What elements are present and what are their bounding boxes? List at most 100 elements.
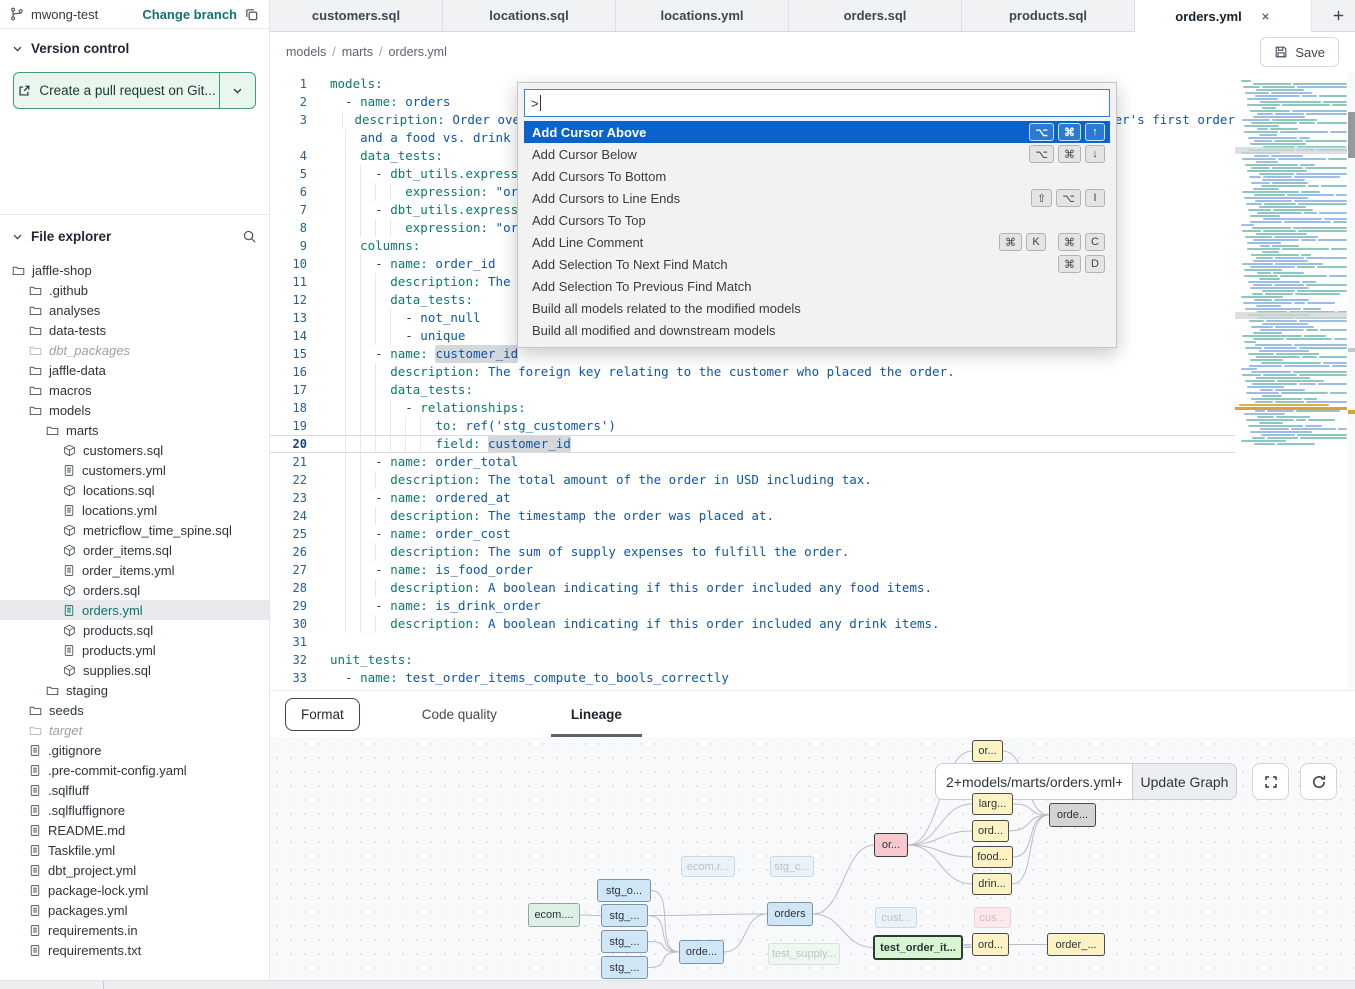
file-tree-item-.pre-commit-config.yaml[interactable]: .pre-commit-config.yaml [0,760,269,780]
bottom-tab-code-quality[interactable]: Code quality [410,691,509,737]
minimap[interactable] [1235,80,1347,456]
file-tree-item-jaffle-data[interactable]: jaffle-data [0,360,269,380]
file-tree-item-order_items.yml[interactable]: order_items.yml [0,560,269,580]
lineage-node-orders[interactable]: orders [767,902,813,926]
tab-orders.sql[interactable]: orders.sql [789,0,962,31]
palette-item-add-cursor-below[interactable]: Add Cursor Below⌥⌘↓ [524,143,1110,165]
copy-branch-icon[interactable] [244,7,259,22]
close-tab-icon[interactable] [1260,11,1271,22]
file-tree-item-requirements.in[interactable]: requirements.in [0,920,269,940]
lineage-node-ecom[interactable]: ecom.... [528,903,580,927]
file-tree-item-.gitignore[interactable]: .gitignore [0,740,269,760]
file-tree-item-.sqlfluff[interactable]: .sqlfluff [0,780,269,800]
palette-item-add-cursors-to-bottom[interactable]: Add Cursors To Bottom [524,165,1110,187]
format-button[interactable]: Format [285,698,360,731]
lineage-node-stg4[interactable]: stg_... [601,956,648,979]
code-editor[interactable]: 1models:2- name: orders3description: Ord… [270,72,1355,690]
file-tree-item-models[interactable]: models [0,400,269,420]
lineage-node-larg[interactable]: larg... [972,793,1013,815]
breadcrumb-item-marts[interactable]: marts [342,45,373,59]
scrollbar-handle[interactable] [1348,112,1355,158]
lineage-node-stg_o[interactable]: stg_o... [597,879,651,902]
palette-item-add-selection-to-previous-find-match[interactable]: Add Selection To Previous Find Match [524,275,1110,297]
chevron-down-icon[interactable] [12,43,23,54]
palette-item-build-all-models-related-to-the-modified-models[interactable]: Build all models related to the modified… [524,297,1110,319]
file-tree-item-staging[interactable]: staging [0,680,269,700]
tab-orders.yml[interactable]: orders.yml [1135,0,1312,32]
file-tree-item-macros[interactable]: macros [0,380,269,400]
file-tree-item-dbt_packages[interactable]: dbt_packages [0,340,269,360]
file-tree-item-analyses[interactable]: analyses [0,300,269,320]
file-tree-item-order_items.sql[interactable]: order_items.sql [0,540,269,560]
file-tree-item-packages.yml[interactable]: packages.yml [0,900,269,920]
file-tree-item-customers.sql[interactable]: customers.sql [0,440,269,460]
editor-scrollbar[interactable] [1348,72,1355,690]
tab-locations.yml[interactable]: locations.yml [616,0,789,31]
lineage-node-orde_gray[interactable]: orde... [1049,803,1096,827]
palette-item-add-line-comment[interactable]: Add Line Comment⌘K⌘C [524,231,1110,253]
file-tree-item-.sqlfluffignore[interactable]: .sqlfluffignore [0,800,269,820]
breadcrumb-item-models[interactable]: models [286,45,326,59]
lineage-node-fad_cust[interactable]: cust... [875,907,917,928]
file-tree-item-package-lock.yml[interactable]: package-lock.yml [0,880,269,900]
bottom-tab-lineage[interactable]: Lineage [559,691,634,737]
file-tree-item-target[interactable]: target [0,720,269,740]
lineage-node-or_y_top[interactable]: or... [972,740,1003,762]
palette-item-add-cursor-above[interactable]: Add Cursor Above⌥⌘↑ [524,121,1110,143]
lineage-node-stg2[interactable]: stg_... [601,904,648,927]
file-tree-item-marts[interactable]: marts [0,420,269,440]
file-tree-item-orders.yml[interactable]: orders.yml [0,600,269,620]
palette-item-add-cursors-to-top[interactable]: Add Cursors To Top [524,209,1110,231]
bottom-scrollbar-strip[interactable] [0,980,1355,989]
lineage-node-orde_mid[interactable]: orde... [679,940,724,964]
file-tree-item-data-tests[interactable]: data-tests [0,320,269,340]
file-tree-item-dbt_project.yml[interactable]: dbt_project.yml [0,860,269,880]
file-tree-item-locations.sql[interactable]: locations.sql [0,480,269,500]
file-tree-item-products.yml[interactable]: products.yml [0,640,269,660]
palette-item-build-all-modified-and-downstream-models[interactable]: Build all modified and downstream models [524,319,1110,341]
lineage-node-stg3[interactable]: stg_... [601,930,648,953]
change-branch-link[interactable]: Change branch [142,7,237,22]
create-pr-button[interactable]: Create a pull request on Git... [14,73,219,108]
update-graph-button[interactable]: Update Graph [1132,764,1236,799]
search-icon[interactable] [242,229,257,244]
palette-item-add-selection-to-next-find-match[interactable]: Add Selection To Next Find Match⌘D [524,253,1110,275]
file-tree-item-orders.sql[interactable]: orders.sql [0,580,269,600]
file-tree-item-README.md[interactable]: README.md [0,820,269,840]
fullscreen-button[interactable] [1252,763,1289,800]
file-tree-item-jaffle-shop[interactable]: jaffle-shop [0,260,269,280]
lineage-node-fad_test_supply[interactable]: test_supply... [768,943,840,965]
file-tree-item-.github[interactable]: .github [0,280,269,300]
file-tree-item-requirements.txt[interactable]: requirements.txt [0,940,269,960]
file-tree-item-products.sql[interactable]: products.sql [0,620,269,640]
file-tree-item-metricflow_time_spine.sql[interactable]: metricflow_time_spine.sql [0,520,269,540]
create-pr-dropdown-caret[interactable] [219,73,255,108]
tab-products.sql[interactable]: products.sql [962,0,1135,31]
file-tree-item-Taskfile.yml[interactable]: Taskfile.yml [0,840,269,860]
chevron-down-icon[interactable] [12,231,23,242]
lineage-node-ord_y1[interactable]: ord... [972,820,1009,842]
file-tree-item-customers.yml[interactable]: customers.yml [0,460,269,480]
lineage-selector-input[interactable] [936,764,1132,799]
lineage-node-fad_cus2[interactable]: cus... [974,907,1011,928]
command-palette-input[interactable]: > [524,89,1110,117]
file-tree-item-seeds[interactable]: seeds [0,700,269,720]
lineage-node-drin[interactable]: drin... [972,873,1012,895]
tab-locations.sql[interactable]: locations.sql [443,0,616,31]
file-tree-item-locations.yml[interactable]: locations.yml [0,500,269,520]
new-tab-button[interactable] [1331,0,1346,31]
lineage-node-order_y3[interactable]: order_... [1047,933,1105,956]
lineage-canvas[interactable]: Update Graph ecom....stg_o...stg_...stg_… [270,737,1355,989]
palette-item-add-cursors-to-line-ends[interactable]: Add Cursors to Line Ends⇧⌥I [524,187,1110,209]
tab-customers.sql[interactable]: customers.sql [270,0,443,31]
lineage-node-ord_y2[interactable]: ord... [972,933,1009,956]
refresh-button[interactable] [1300,763,1337,800]
file-tree-item-supplies.sql[interactable]: supplies.sql [0,660,269,680]
lineage-node-or_pink[interactable]: or... [874,833,908,857]
lineage-node-test_order[interactable]: test_order_it... [873,935,963,960]
lineage-node-fad_stg_c[interactable]: stg_c... [770,856,814,877]
lineage-node-food[interactable]: food... [972,846,1013,868]
save-button[interactable]: Save [1260,37,1339,67]
lineage-node-fad_ecom_r[interactable]: ecom.r... [681,856,735,877]
breadcrumb-item-orders.yml[interactable]: orders.yml [389,45,447,59]
